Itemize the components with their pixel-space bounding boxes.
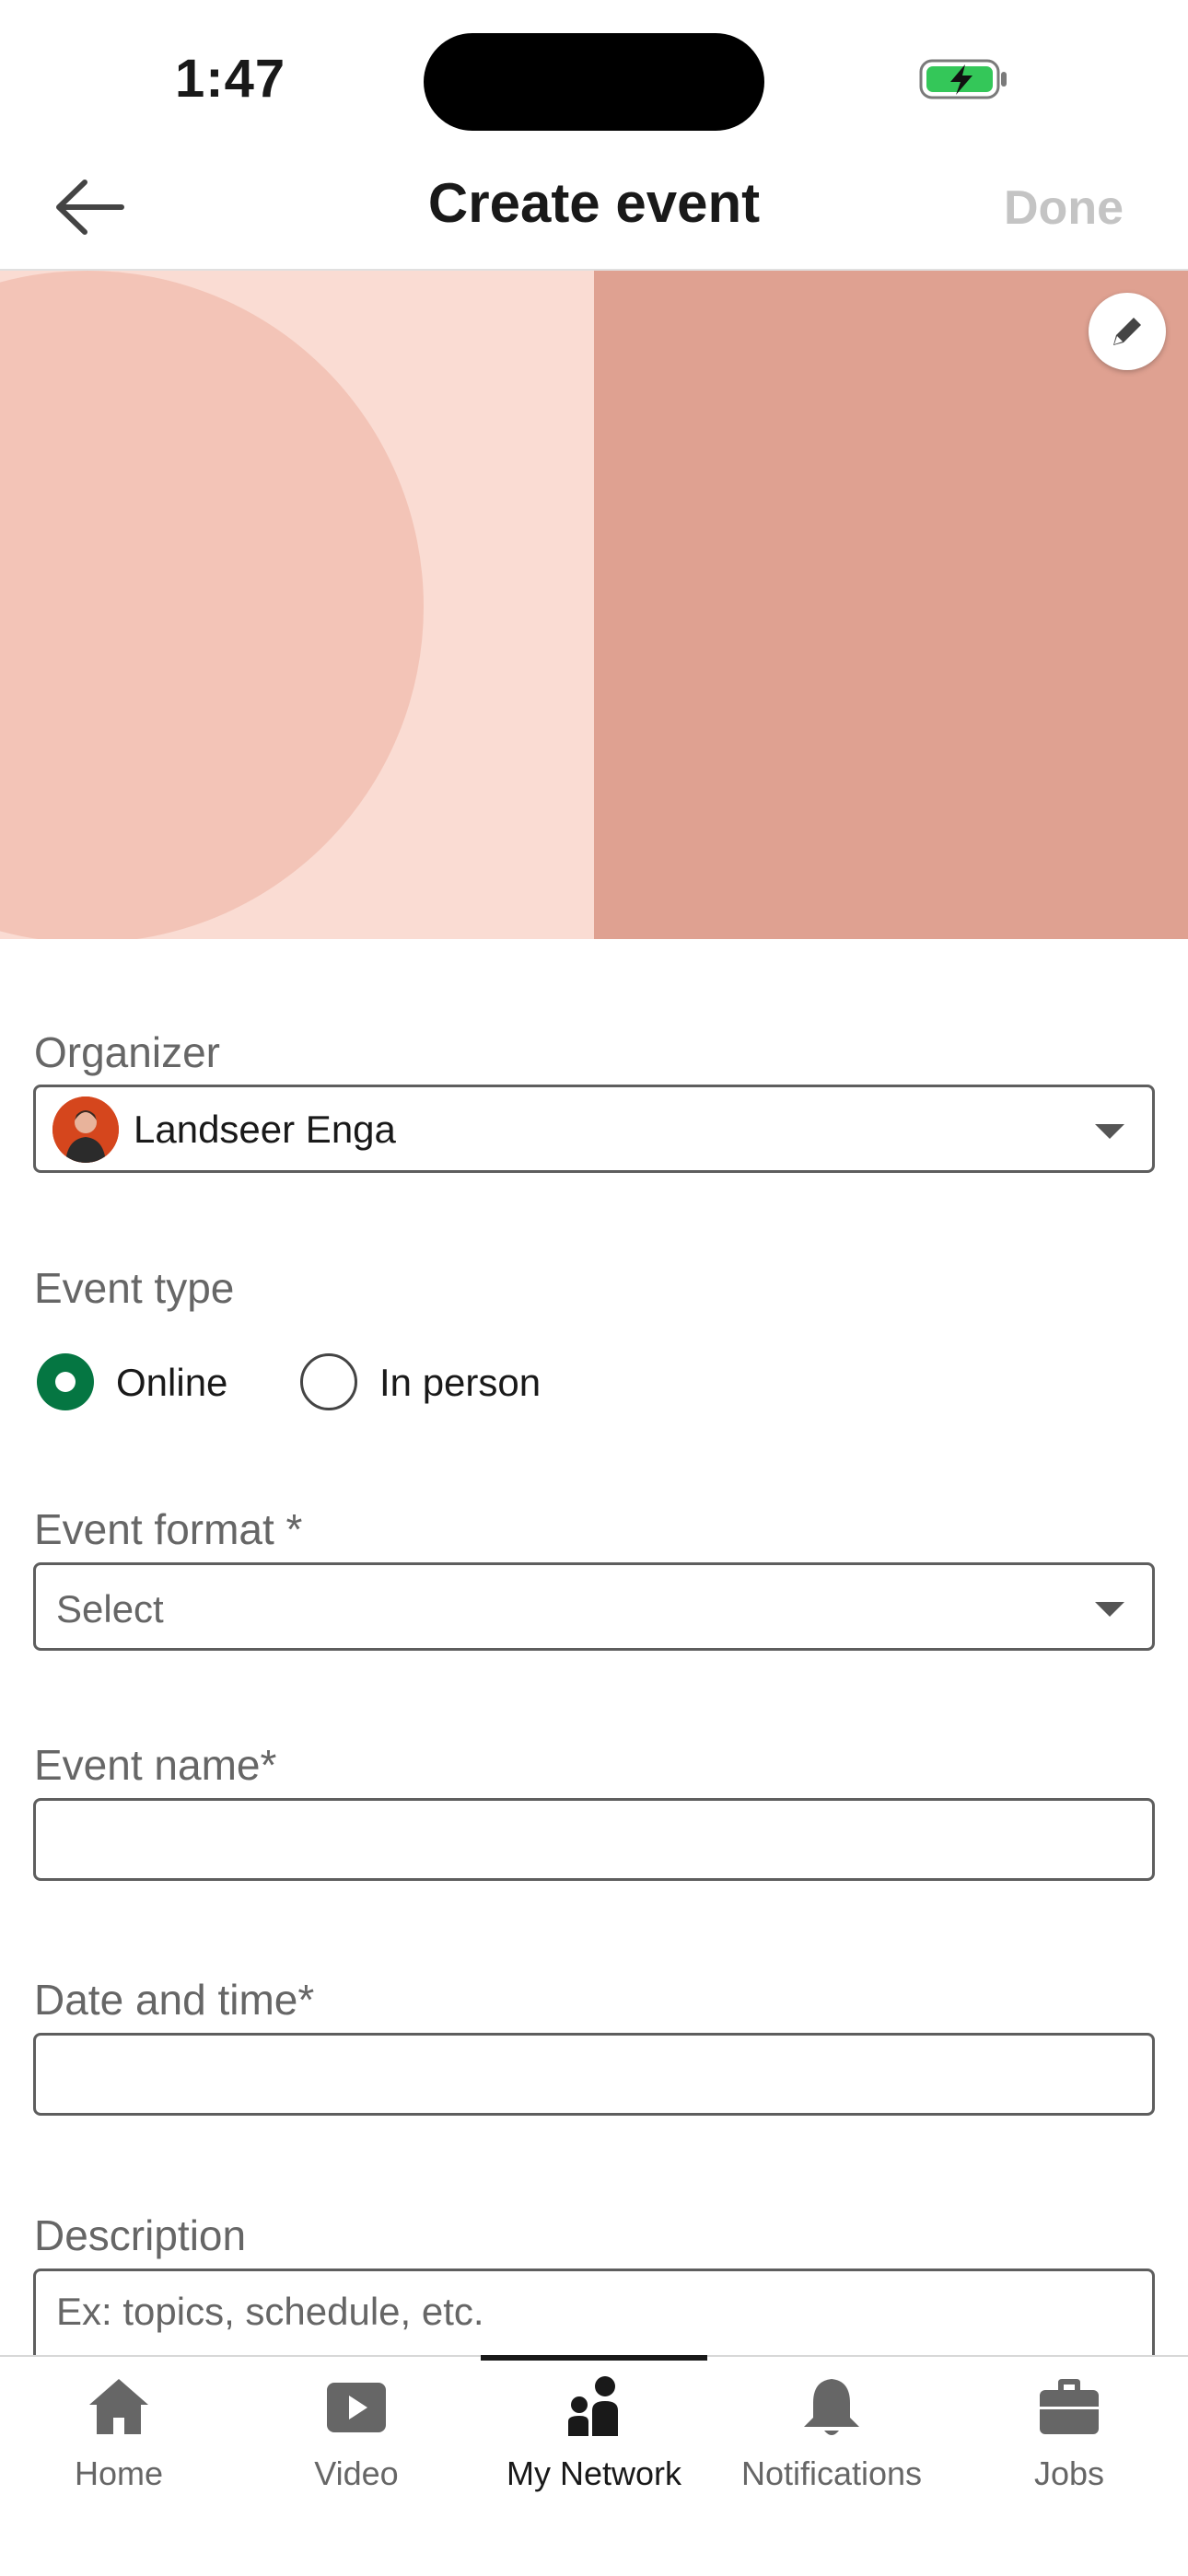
edit-cover-button[interactable] [1089, 293, 1166, 370]
bottom-tab-bar: Home Video My Network Notifications Jobs [0, 2355, 1188, 2576]
tab-home-label: Home [74, 2454, 164, 2492]
home-icon [89, 2379, 148, 2434]
date-time-input[interactable] [33, 2033, 1155, 2116]
my-network-icon [568, 2376, 618, 2436]
date-time-label: Date and time* [34, 1976, 315, 2024]
event-name-label: Event name* [34, 1741, 277, 1789]
organizer-label: Organizer [34, 1028, 220, 1076]
tab-notifications-label: Notifications [740, 2454, 923, 2492]
tab-my-network[interactable]: My Network [475, 2357, 713, 2504]
description-label: Description [34, 2211, 247, 2259]
briefcase-icon [1040, 2379, 1099, 2434]
organizer-select[interactable]: Landseer Enga [33, 1085, 1155, 1173]
chevron-down-icon [1095, 1602, 1124, 1617]
radio-online-label[interactable]: Online [116, 1361, 227, 1405]
chevron-down-icon [1095, 1124, 1124, 1139]
tab-jobs[interactable]: Jobs [950, 2357, 1188, 2504]
tab-home[interactable]: Home [0, 2357, 238, 2504]
video-icon [327, 2383, 386, 2432]
pencil-icon [1113, 318, 1141, 345]
event-name-input[interactable] [33, 1798, 1155, 1881]
radio-selected-dot [55, 1372, 76, 1392]
event-format-select[interactable]: Select [33, 1562, 1155, 1651]
banner-dark-panel [594, 271, 1188, 939]
bell-icon [804, 2379, 859, 2435]
tab-jobs-label: Jobs [1033, 2454, 1105, 2492]
tab-my-network-label: My Network [506, 2454, 682, 2492]
radio-in-person-label[interactable]: In person [379, 1361, 541, 1405]
radio-in-person[interactable] [300, 1353, 357, 1410]
tab-video[interactable]: Video [238, 2357, 475, 2504]
banner-circle-shape [0, 271, 424, 939]
event-cover-banner [0, 271, 1188, 939]
status-time: 1:47 [175, 49, 286, 109]
organizer-name: Landseer Enga [134, 1108, 396, 1151]
event-format-label: Event format * [34, 1505, 303, 1553]
event-format-value: Select [56, 1587, 164, 1630]
dynamic-island [424, 33, 764, 131]
tab-video-label: Video [314, 2454, 399, 2492]
avatar [52, 1097, 119, 1163]
tab-notifications[interactable]: Notifications [713, 2357, 950, 2504]
event-type-label: Event type [34, 1264, 235, 1312]
radio-online[interactable] [37, 1353, 94, 1410]
done-button[interactable]: Done [1004, 180, 1124, 236]
battery-icon [919, 59, 1007, 99]
description-placeholder: Ex: topics, schedule, etc. [56, 2290, 484, 2333]
